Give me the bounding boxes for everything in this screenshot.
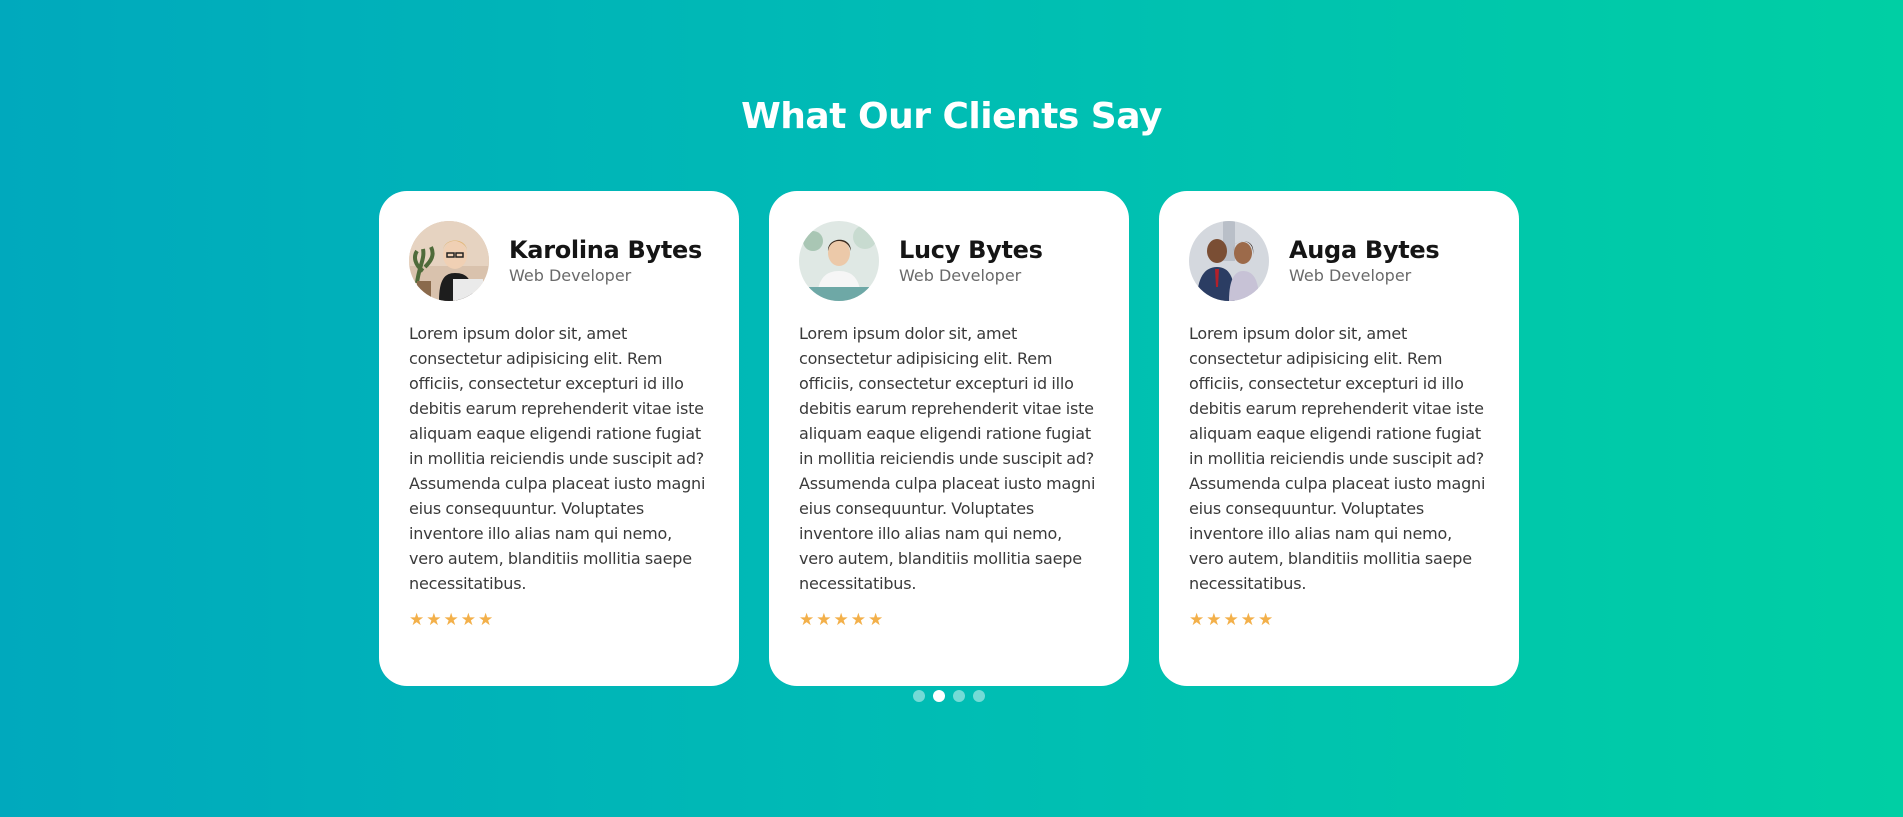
rating-stars: ★ ★ ★ ★ ★ bbox=[799, 610, 1099, 630]
testimonial-card: Lucy Bytes Web Developer Lorem ipsum dol… bbox=[769, 191, 1129, 686]
avatar bbox=[1189, 221, 1269, 301]
star-icon: ★ bbox=[1223, 610, 1239, 630]
star-icon: ★ bbox=[833, 610, 849, 630]
client-role: Web Developer bbox=[899, 266, 1022, 285]
pagination-dot-3[interactable] bbox=[953, 690, 965, 702]
rating-stars: ★ ★ ★ ★ ★ bbox=[409, 610, 709, 630]
pagination-dot-2[interactable] bbox=[933, 690, 945, 702]
star-icon: ★ bbox=[816, 610, 832, 630]
star-icon: ★ bbox=[1258, 610, 1274, 630]
client-name: Karolina Bytes bbox=[509, 236, 702, 264]
client-role: Web Developer bbox=[509, 266, 632, 285]
card-header: Lucy Bytes Web Developer bbox=[799, 221, 1099, 301]
section-title: What Our Clients Say bbox=[741, 96, 1162, 137]
testimonial-card: Karolina Bytes Web Developer Lorem ipsum… bbox=[379, 191, 739, 686]
client-name: Auga Bytes bbox=[1289, 236, 1440, 264]
star-icon: ★ bbox=[460, 610, 476, 630]
testimonial-text: Lorem ipsum dolor sit, amet consectetur … bbox=[799, 324, 1096, 593]
avatar bbox=[409, 221, 489, 301]
client-role: Web Developer bbox=[1289, 266, 1412, 285]
testimonial-carousel: Karolina Bytes Web Developer Lorem ipsum… bbox=[379, 191, 1519, 686]
card-header: Karolina Bytes Web Developer bbox=[409, 221, 709, 301]
carousel-pagination bbox=[913, 690, 985, 702]
testimonial-text: Lorem ipsum dolor sit, amet consectetur … bbox=[1189, 324, 1486, 593]
star-icon: ★ bbox=[409, 610, 425, 630]
star-icon: ★ bbox=[478, 610, 494, 630]
avatar bbox=[799, 221, 879, 301]
pagination-dot-1[interactable] bbox=[913, 690, 925, 702]
star-icon: ★ bbox=[1206, 610, 1222, 630]
star-icon: ★ bbox=[868, 610, 884, 630]
star-icon: ★ bbox=[850, 610, 866, 630]
star-icon: ★ bbox=[1189, 610, 1205, 630]
testimonial-text: Lorem ipsum dolor sit, amet consectetur … bbox=[409, 324, 706, 593]
star-icon: ★ bbox=[426, 610, 442, 630]
testimonial-card: Auga Bytes Web Developer Lorem ipsum dol… bbox=[1159, 191, 1519, 686]
star-icon: ★ bbox=[799, 610, 815, 630]
card-header: Auga Bytes Web Developer bbox=[1189, 221, 1489, 301]
rating-stars: ★ ★ ★ ★ ★ bbox=[1189, 610, 1489, 630]
star-icon: ★ bbox=[1240, 610, 1256, 630]
pagination-dot-4[interactable] bbox=[973, 690, 985, 702]
client-name: Lucy Bytes bbox=[899, 236, 1043, 264]
star-icon: ★ bbox=[443, 610, 459, 630]
